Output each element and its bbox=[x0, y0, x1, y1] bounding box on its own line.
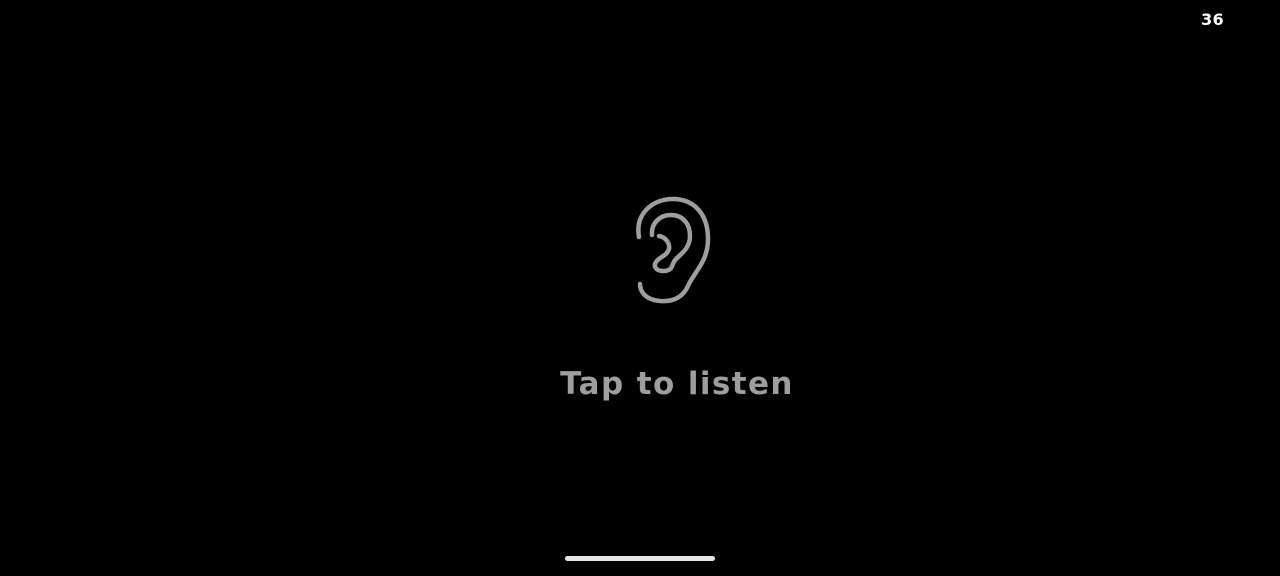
tap-to-listen-label: Tap to listen bbox=[560, 366, 794, 402]
ear-icon bbox=[636, 196, 711, 304]
home-indicator[interactable] bbox=[565, 556, 715, 561]
screen: 36 Tap to listen bbox=[0, 0, 1280, 576]
tap-to-listen-button[interactable]: Tap to listen bbox=[0, 0, 1280, 576]
